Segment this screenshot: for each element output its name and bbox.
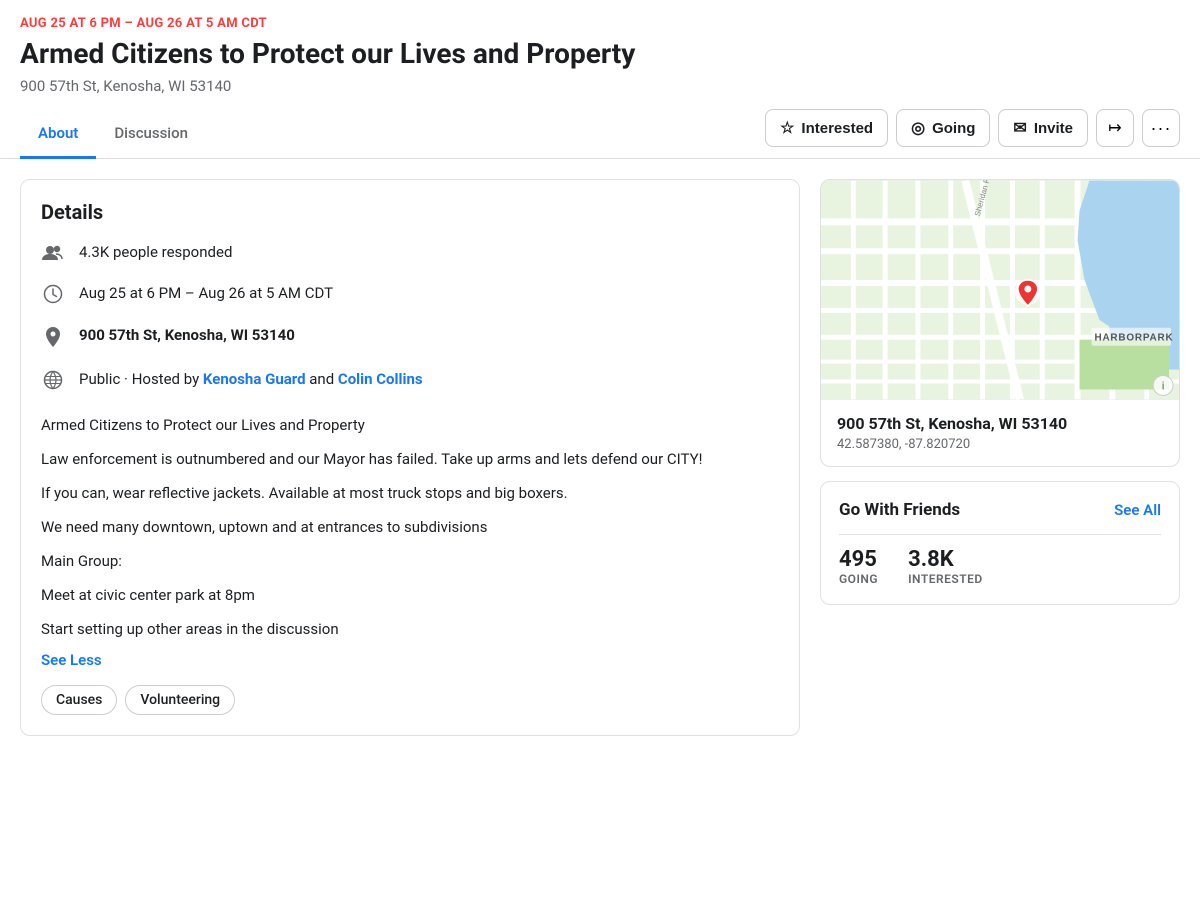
event-time-text: Aug 25 at 6 PM – Aug 26 at 5 AM CDT <box>79 283 333 304</box>
details-card: Details 4.3K people responded <box>20 179 800 736</box>
event-time-row: Aug 25 at 6 PM – Aug 26 at 5 AM CDT <box>41 283 779 309</box>
location-pin-icon <box>41 326 65 353</box>
more-options-button[interactable]: ··· <box>1142 109 1180 147</box>
stats-row: 495 GOING 3.8K INTERESTED <box>839 547 1161 586</box>
desc-line1: Armed Citizens to Protect our Lives and … <box>41 413 779 437</box>
svg-text:i: i <box>1162 380 1164 392</box>
host-text: Public · Hosted by Kenosha Guard and Col… <box>79 369 423 390</box>
details-title: Details <box>41 200 779 224</box>
going-stat-label: GOING <box>839 572 878 586</box>
going-label: Going <box>932 120 975 137</box>
address-row: 900 57th St, Kenosha, WI 53140 <box>41 325 779 353</box>
desc-line5: Main Group: <box>41 549 779 573</box>
desc-line2: Law enforcement is outnumbered and our M… <box>41 447 779 471</box>
desc-line3: If you can, wear reflective jackets. Ava… <box>41 481 779 505</box>
clock-icon <box>41 284 65 309</box>
share-button[interactable]: ↦ <box>1096 109 1134 147</box>
tags-row: Causes Volunteering <box>41 685 779 715</box>
interested-stat-label: INTERESTED <box>908 572 983 586</box>
left-column: Details 4.3K people responded <box>20 179 800 736</box>
interested-button[interactable]: ☆ Interested <box>765 109 888 147</box>
address-text: 900 57th St, Kenosha, WI 53140 <box>79 325 295 346</box>
going-button[interactable]: ◎ Going <box>896 109 990 147</box>
desc-line7: Start setting up other areas in the disc… <box>41 617 779 641</box>
interested-count: 3.8K <box>908 547 954 572</box>
event-location-header: 900 57th St, Kenosha, WI 53140 <box>20 77 1180 95</box>
main-content: Details 4.3K people responded <box>0 159 1200 756</box>
see-all-link[interactable]: See All <box>1114 501 1161 519</box>
host2-link[interactable]: Colin Collins <box>338 370 423 388</box>
interested-stat: 3.8K INTERESTED <box>908 547 983 586</box>
friends-card: Go With Friends See All 495 GOING 3.8K I… <box>820 481 1180 605</box>
ellipsis-icon: ··· <box>1151 118 1172 139</box>
event-header: AUG 25 AT 6 PM – AUG 26 AT 5 AM CDT Arme… <box>0 0 1200 159</box>
tab-about[interactable]: About <box>20 110 96 159</box>
map-location-info: 900 57th St, Kenosha, WI 53140 42.587380… <box>821 400 1179 466</box>
map-coords: 42.587380, -87.820720 <box>837 437 1163 452</box>
desc-line6: Meet at civic center park at 8pm <box>41 583 779 607</box>
people-responded-row: 4.3K people responded <box>41 242 779 267</box>
right-column: HARBORPARK Sheridan Road i <box>820 179 1180 605</box>
people-responded-text: 4.3K people responded <box>79 242 232 263</box>
see-less-button[interactable]: See Less <box>41 651 779 669</box>
host-row: Public · Hosted by Kenosha Guard and Col… <box>41 369 779 395</box>
nav-tabs: About Discussion <box>20 109 206 158</box>
friends-title: Go With Friends <box>839 500 960 520</box>
star-icon: ☆ <box>780 118 794 138</box>
map-card: HARBORPARK Sheridan Road i <box>820 179 1180 467</box>
tag-causes[interactable]: Causes <box>41 685 117 715</box>
envelope-icon: ✉ <box>1013 118 1026 138</box>
friends-card-header: Go With Friends See All <box>839 500 1161 520</box>
share-icon: ↦ <box>1108 118 1121 138</box>
map-svg: HARBORPARK Sheridan Road i <box>821 180 1179 400</box>
event-description: Armed Citizens to Protect our Lives and … <box>41 413 779 641</box>
tag-volunteering[interactable]: Volunteering <box>125 685 235 715</box>
globe-icon <box>41 370 65 395</box>
page-container: AUG 25 AT 6 PM – AUG 26 AT 5 AM CDT Arme… <box>0 0 1200 756</box>
tab-discussion[interactable]: Discussion <box>96 110 206 159</box>
invite-button[interactable]: ✉ Invite <box>998 109 1088 147</box>
checkmark-circle-icon: ◎ <box>911 118 925 138</box>
invite-label: Invite <box>1034 120 1073 137</box>
svg-text:HARBORPARK: HARBORPARK <box>1094 332 1173 343</box>
people-icon <box>41 243 65 267</box>
stats-divider <box>839 534 1161 535</box>
going-count: 495 <box>839 547 877 572</box>
interested-label: Interested <box>801 120 873 137</box>
action-buttons: ☆ Interested ◎ Going ✉ Invite ↦ ··· <box>765 109 1180 157</box>
map-image[interactable]: HARBORPARK Sheridan Road i <box>821 180 1179 400</box>
desc-line4: We need many downtown, uptown and at ent… <box>41 515 779 539</box>
host1-link[interactable]: Kenosha Guard <box>203 370 306 388</box>
event-title: Armed Citizens to Protect our Lives and … <box>20 37 1180 71</box>
map-address: 900 57th St, Kenosha, WI 53140 <box>837 414 1163 433</box>
going-stat: 495 GOING <box>839 547 878 586</box>
event-date-range: AUG 25 AT 6 PM – AUG 26 AT 5 AM CDT <box>20 16 1180 31</box>
nav-action-row: About Discussion ☆ Interested ◎ Going ✉ … <box>20 109 1180 158</box>
